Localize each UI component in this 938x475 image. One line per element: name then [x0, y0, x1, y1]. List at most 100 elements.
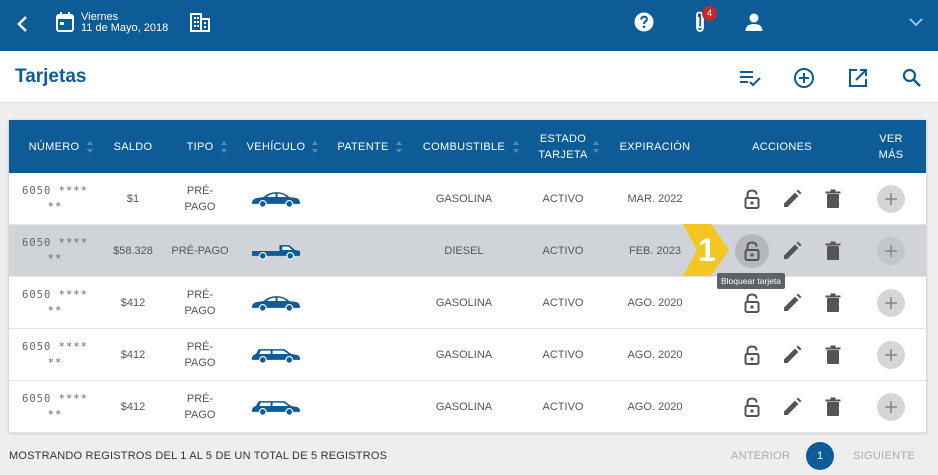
lock-icon — [741, 292, 763, 314]
delete-button[interactable] — [822, 292, 844, 314]
delete-button[interactable] — [822, 240, 844, 262]
table-row[interactable]: 6050 **** ** $58.328 PRÉ-PAGO DIESEL ACTIVO F… — [9, 225, 926, 277]
column-header-vehiculo[interactable]: VEHÍCULO — [245, 120, 307, 173]
building-icon[interactable] — [190, 12, 210, 32]
lock-card-button[interactable] — [735, 390, 769, 424]
cell-estado: ACTIVO — [542, 401, 584, 413]
edit-button[interactable] — [781, 396, 803, 418]
current-date: Viernes 11 de Mayo, 2018 — [81, 12, 168, 34]
page-title: Tarjetas — [15, 66, 87, 87]
view-more-button[interactable] — [877, 393, 905, 421]
open-external-icon[interactable] — [847, 67, 869, 89]
table-row[interactable]: 6050 **** ** $1 PRÉ-PAGO GASOLINA ACTIVO MAR.… — [9, 173, 926, 225]
sort-icon[interactable] — [311, 140, 319, 154]
search-icon[interactable] — [901, 67, 923, 89]
delete-button[interactable] — [822, 344, 844, 366]
sort-icon[interactable] — [512, 140, 520, 154]
page-header: Tarjetas — [0, 51, 938, 103]
step-marker-icon: 1 — [683, 224, 729, 276]
pagination-page-1[interactable]: 1 — [806, 442, 834, 470]
edit-button[interactable] — [781, 292, 803, 314]
cell-tipo: PRÉ-PAGO — [184, 393, 216, 421]
column-header-saldo[interactable]: SALDO — [101, 120, 165, 173]
cell-combustible: GASOLINA — [435, 297, 493, 309]
cell-combustible: GASOLINA — [435, 349, 493, 361]
cell-tipo: PRÉ-PAGO — [184, 289, 216, 317]
table-header: NÚMERO SALDO TIPO VEHÍCULO PATENTE COMBU… — [9, 120, 926, 173]
help-icon[interactable] — [634, 12, 654, 32]
checklist-icon[interactable] — [739, 67, 761, 89]
edit-button[interactable] — [781, 240, 803, 262]
view-more-button[interactable] — [877, 185, 905, 213]
add-circle-icon[interactable] — [793, 67, 815, 89]
delete-button[interactable] — [822, 188, 844, 210]
plus-icon — [884, 296, 898, 310]
cell-numero: 6050 **** ** — [22, 393, 88, 421]
delete-button[interactable] — [822, 396, 844, 418]
cell-saldo: $412 — [120, 297, 146, 309]
sort-icon[interactable] — [592, 140, 600, 154]
cell-patente — [335, 381, 391, 433]
plus-icon — [884, 400, 898, 414]
vehicle-wagon-icon — [251, 349, 301, 364]
cell-patente — [335, 277, 391, 329]
calendar-icon[interactable] — [56, 12, 74, 32]
vehicle-wagon-icon — [251, 401, 301, 416]
lock-icon — [741, 344, 763, 366]
table-row[interactable]: 6050 **** ** $412 PRÉ-PAGO GASOLINA ACTIVO AG… — [9, 329, 926, 381]
column-header-tipo[interactable]: TIPO — [179, 120, 221, 173]
vehicle-sedan-icon — [251, 296, 301, 312]
cell-patente — [335, 173, 391, 225]
cell-combustible: GASOLINA — [435, 193, 493, 205]
table-row[interactable]: 6050 **** ** $412 PRÉ-PAGO GASOLINA ACTIVO AG… — [9, 277, 926, 329]
back-icon[interactable] — [14, 13, 32, 35]
column-header-patente[interactable]: PATENTE — [335, 120, 391, 173]
cell-vehiculo — [245, 225, 307, 277]
column-header-expiracion[interactable]: EXPIRACIÓN — [615, 120, 695, 173]
cell-estado: ACTIVO — [542, 193, 584, 205]
edit-button[interactable] — [781, 344, 803, 366]
view-more-button[interactable] — [877, 289, 905, 317]
lock-card-button[interactable] — [735, 286, 769, 320]
cell-vehiculo — [245, 173, 307, 225]
view-more-button[interactable] — [877, 237, 905, 265]
cell-numero: 6050 **** ** — [22, 237, 88, 265]
vehicle-sedan-icon — [251, 192, 301, 208]
pagination-previous[interactable]: ANTERIOR — [731, 450, 790, 462]
lock-icon — [741, 396, 763, 418]
edit-button[interactable] — [781, 188, 803, 210]
cell-patente — [335, 225, 391, 277]
cell-numero: 6050 **** ** — [22, 289, 88, 317]
cell-estado: ACTIVO — [542, 349, 584, 361]
column-header-combustible[interactable]: COMBUSTIBLE — [419, 120, 509, 173]
lock-card-button[interactable] — [735, 234, 769, 268]
pagination-next[interactable]: SIGUIENTE — [853, 450, 915, 462]
notifications-badge: 4 — [702, 6, 717, 21]
plus-icon — [884, 348, 898, 362]
column-header-estado[interactable]: ESTADO TARJETA — [536, 120, 590, 173]
cell-expiracion: AGO. 2020 — [627, 297, 683, 309]
user-icon[interactable] — [744, 12, 764, 32]
lock-card-button[interactable] — [735, 338, 769, 372]
cards-table: NÚMERO SALDO TIPO VEHÍCULO PATENTE COMBU… — [9, 120, 926, 433]
cell-numero: 6050 **** ** — [22, 341, 88, 369]
cell-expiracion: AGO. 2020 — [627, 401, 683, 413]
sort-icon[interactable] — [220, 140, 228, 154]
cell-combustible: GASOLINA — [435, 401, 493, 413]
view-more-button[interactable] — [877, 341, 905, 369]
sort-icon[interactable] — [86, 140, 94, 154]
cell-estado: ACTIVO — [542, 297, 584, 309]
column-header-numero[interactable]: NÚMERO — [19, 120, 89, 173]
vehicle-pickup-icon — [251, 245, 301, 260]
cell-vehiculo — [245, 381, 307, 433]
cell-saldo: $412 — [120, 349, 146, 361]
lock-icon — [741, 240, 763, 262]
table-row[interactable]: 6050 **** ** $412 PRÉ-PAGO GASOLINA ACTIVO AG… — [9, 381, 926, 433]
cell-vehiculo — [245, 277, 307, 329]
cell-saldo: $1 — [126, 193, 140, 205]
column-header-ver-mas: VER MÁS — [878, 132, 904, 161]
lock-card-button[interactable] — [735, 182, 769, 216]
sort-icon[interactable] — [395, 140, 403, 154]
chevron-down-icon[interactable] — [908, 15, 924, 29]
cell-tipo: PRÉ-PAGO — [184, 341, 216, 369]
